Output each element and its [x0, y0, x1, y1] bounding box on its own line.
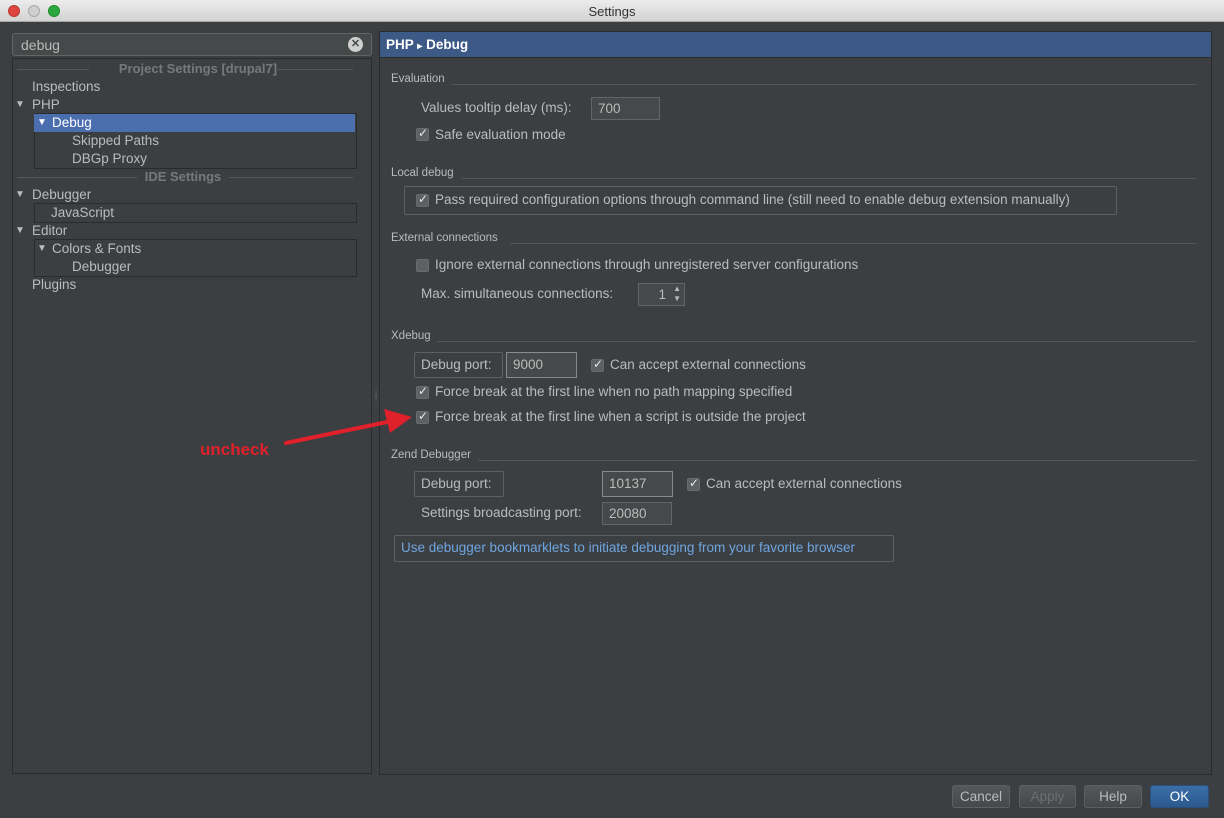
- project-settings-label: Project Settings [drupal7]: [118, 61, 278, 76]
- evaluation-divider: [452, 84, 1196, 85]
- ignore-external-checkbox[interactable]: [416, 259, 429, 272]
- help-button[interactable]: Help: [1084, 785, 1142, 808]
- tree-item-editor[interactable]: Editor: [32, 222, 67, 240]
- bookmarklets-link[interactable]: Use debugger bookmarklets to initiate de…: [401, 540, 855, 555]
- tree-item-debug-label: Debug: [52, 115, 92, 130]
- force-break-no-mapping-label: Force break at the first line when no pa…: [435, 384, 793, 399]
- window-titlebar: Settings: [0, 0, 1224, 22]
- safe-evaluation-checkbox[interactable]: [416, 126, 429, 141]
- broadcast-port-label: Settings broadcasting port:: [421, 505, 582, 520]
- external-section-title: External connections: [391, 232, 498, 244]
- xdebug-section-title: Xdebug: [391, 330, 431, 342]
- settings-content-panel: [379, 31, 1212, 775]
- force-break-no-mapping-checkbox[interactable]: [416, 384, 429, 399]
- tree-item-dbgp-proxy[interactable]: DBGp Proxy: [72, 150, 147, 168]
- tooltip-delay-input[interactable]: 700: [591, 97, 660, 120]
- xdebug-divider: [437, 341, 1196, 342]
- settings-search: ✕: [12, 33, 372, 56]
- local-debug-section-title: Local debug: [391, 167, 454, 179]
- tree-item-debug[interactable]: ▼ Debug: [34, 114, 355, 132]
- tree-item-skipped-paths[interactable]: Skipped Paths: [72, 132, 159, 150]
- ignore-external-label: Ignore external connections through unre…: [435, 257, 859, 272]
- breadcrumb-debug: Debug: [426, 37, 469, 52]
- pass-options-label: Pass required configuration options thro…: [435, 192, 1070, 207]
- tree-item-colors-fonts[interactable]: Colors & Fonts: [52, 240, 141, 258]
- zend-accept-checkbox[interactable]: [687, 476, 700, 491]
- tree-item-php[interactable]: PHP: [32, 96, 60, 114]
- tree-item-editor-debugger[interactable]: Debugger: [72, 258, 131, 276]
- external-divider: [510, 243, 1196, 244]
- force-break-outside-label: Force break at the first line when a scr…: [435, 409, 806, 424]
- spinner-arrows-icon[interactable]: ▲ ▼: [673, 284, 681, 304]
- expand-debug-icon: ▼: [37, 117, 47, 128]
- search-input[interactable]: [21, 36, 341, 54]
- zend-port-label: Debug port:: [421, 476, 492, 491]
- tree-item-plugins[interactable]: Plugins: [32, 276, 76, 294]
- ok-button[interactable]: OK: [1150, 785, 1209, 808]
- pass-options-checkbox[interactable]: [416, 192, 429, 207]
- max-connections-label: Max. simultaneous connections:: [421, 286, 614, 301]
- max-connections-value: 1: [658, 287, 666, 302]
- evaluation-section-title: Evaluation: [391, 73, 445, 85]
- zend-accept-label: Can accept external connections: [706, 476, 902, 491]
- max-connections-spinner[interactable]: 1 ▲ ▼: [638, 283, 685, 306]
- xdebug-accept-label: Can accept external connections: [610, 357, 806, 372]
- expand-php-icon[interactable]: ▼: [15, 99, 25, 110]
- project-settings-header: Project Settings [drupal7]: [13, 60, 353, 78]
- safe-evaluation-label: Safe evaluation mode: [435, 127, 566, 142]
- tree-item-javascript[interactable]: JavaScript: [51, 204, 114, 222]
- breadcrumb-separator-icon: ▸: [417, 41, 423, 52]
- clear-search-icon[interactable]: ✕: [348, 37, 363, 52]
- zend-divider: [478, 460, 1196, 461]
- zend-port-input[interactable]: 10137: [602, 471, 673, 497]
- expand-debugger-icon[interactable]: ▼: [15, 189, 25, 200]
- xdebug-port-label: Debug port:: [421, 357, 492, 372]
- tree-item-inspections[interactable]: Inspections: [32, 78, 100, 96]
- annotation-arrow-icon: [284, 409, 412, 445]
- expand-editor-icon[interactable]: ▼: [15, 225, 25, 236]
- broadcast-port-input[interactable]: 20080: [602, 502, 672, 525]
- apply-button[interactable]: Apply: [1019, 785, 1076, 808]
- breadcrumb-php: PHP: [386, 37, 414, 52]
- xdebug-accept-checkbox[interactable]: [591, 357, 604, 372]
- cancel-button[interactable]: Cancel: [952, 785, 1010, 808]
- zend-section-title: Zend Debugger: [391, 449, 471, 461]
- local-debug-divider: [462, 178, 1196, 179]
- tooltip-delay-label: Values tooltip delay (ms):: [421, 100, 572, 115]
- ide-settings-label: IDE Settings: [144, 169, 222, 184]
- tree-item-debugger[interactable]: Debugger: [32, 186, 91, 204]
- expand-colors-fonts-icon[interactable]: ▼: [37, 243, 47, 254]
- window-title: Settings: [588, 4, 636, 19]
- ide-settings-header: IDE Settings: [13, 168, 353, 186]
- breadcrumb: PHP ▸ Debug: [380, 32, 1211, 58]
- annotation-text: uncheck: [200, 440, 269, 459]
- xdebug-port-input[interactable]: 9000: [506, 352, 577, 378]
